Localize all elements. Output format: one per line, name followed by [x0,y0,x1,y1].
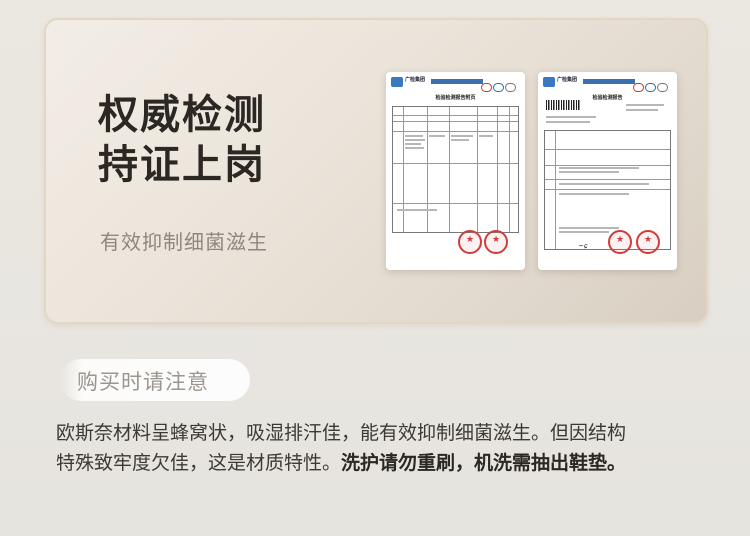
red-seal-icon [608,230,632,254]
cnas-badge-icon [493,83,504,92]
report-org-label: 广检集团 [405,77,426,83]
table-col-rule [555,131,556,249]
notice-line-1: 欧斯奈材料呈蜂窝状，吸湿排汗佳，能有效抑制细菌滋生。但因结构 [56,422,627,444]
test-report-appendix-image: 广检集团 检验检测报告附页 [386,72,525,270]
notice-line-2: 特殊致牢度欠佳，这是材质特性。洗护请勿重刷，机洗需抽出鞋垫。 [56,448,716,478]
cma-badge-icon [633,83,644,92]
notice-title: 购买时请注意 [77,370,209,394]
signature-icon: ~ɕ [578,242,588,250]
cnas-badge-icon [645,83,656,92]
table-rule [393,121,518,122]
table-col-rule [497,107,498,232]
card-title: 权威检测 持证上岗 [98,90,266,190]
text-line [429,135,445,137]
text-line [405,143,421,145]
red-seal-icon [458,230,482,254]
text-line [559,167,639,169]
text-line [546,121,590,123]
table-rule [393,131,518,132]
table-rule [393,115,518,116]
text-line [559,193,629,195]
table-col-rule [477,107,478,232]
certification-card: 权威检测 持证上岗 有效抑制细菌滋生 广检集团 检验检测报告附页 ★ ★ 广检集… [44,18,708,324]
barcode-icon [546,100,580,110]
test-report-image: 广检集团 检验检测报告 ~ɕ ★ ★ [538,72,677,270]
text-line [479,135,493,137]
notice-body: 欧斯奈材料呈蜂窝状，吸湿排汗佳，能有效抑制细菌滋生。但因结构 特殊致牢度欠佳，这… [56,418,716,478]
text-line [405,139,425,141]
report-org-label: 广检集团 [557,77,578,83]
table-rule [393,203,518,204]
text-line [546,116,596,118]
report-table [392,106,519,233]
table-rule [393,163,518,164]
cert-badge-icon [657,83,668,92]
text-line [559,227,619,229]
table-col-rule [403,107,404,232]
table-rule [545,189,670,190]
cert-badges [480,77,520,92]
logo-icon [391,77,403,87]
notice-line-2-text: 特殊致牢度欠佳，这是材质特性。 [56,452,342,474]
report-header-bar [583,79,635,84]
cert-badge-icon [505,83,516,92]
red-seal-icon [484,230,508,254]
table-rule [545,165,670,166]
report-header: 广检集团 [391,76,520,92]
logo-icon [543,77,555,87]
text-line [397,209,437,211]
table-rule [545,149,670,150]
text-line [405,147,424,149]
report-header: 广检集团 [543,76,672,92]
card-title-line-1: 权威检测 [98,92,266,138]
page: 权威检测 持证上岗 有效抑制细菌滋生 广检集团 检验检测报告附页 ★ ★ 广检集… [0,0,750,536]
notice-line-2-emphasis: 洗护请勿重刷，机洗需抽出鞋垫。 [341,452,627,474]
red-seal-icon [636,230,660,254]
text-line [451,139,469,141]
cert-badges [632,77,672,92]
text-line [626,109,658,111]
report-title: 检验检测报告附页 [435,95,476,101]
text-line [559,183,649,185]
table-col-rule [509,107,510,232]
cma-badge-icon [481,83,492,92]
text-line [559,171,619,173]
card-subtitle: 有效抑制细菌滋生 [100,230,268,254]
table-col-rule [449,107,450,232]
text-line [559,231,609,233]
text-line [405,135,423,137]
table-col-rule [427,107,428,232]
table-rule [545,179,670,180]
report-header-bar [431,79,483,84]
text-line [451,135,473,137]
text-line [626,104,664,106]
card-title-line-2: 持证上岗 [98,142,266,188]
